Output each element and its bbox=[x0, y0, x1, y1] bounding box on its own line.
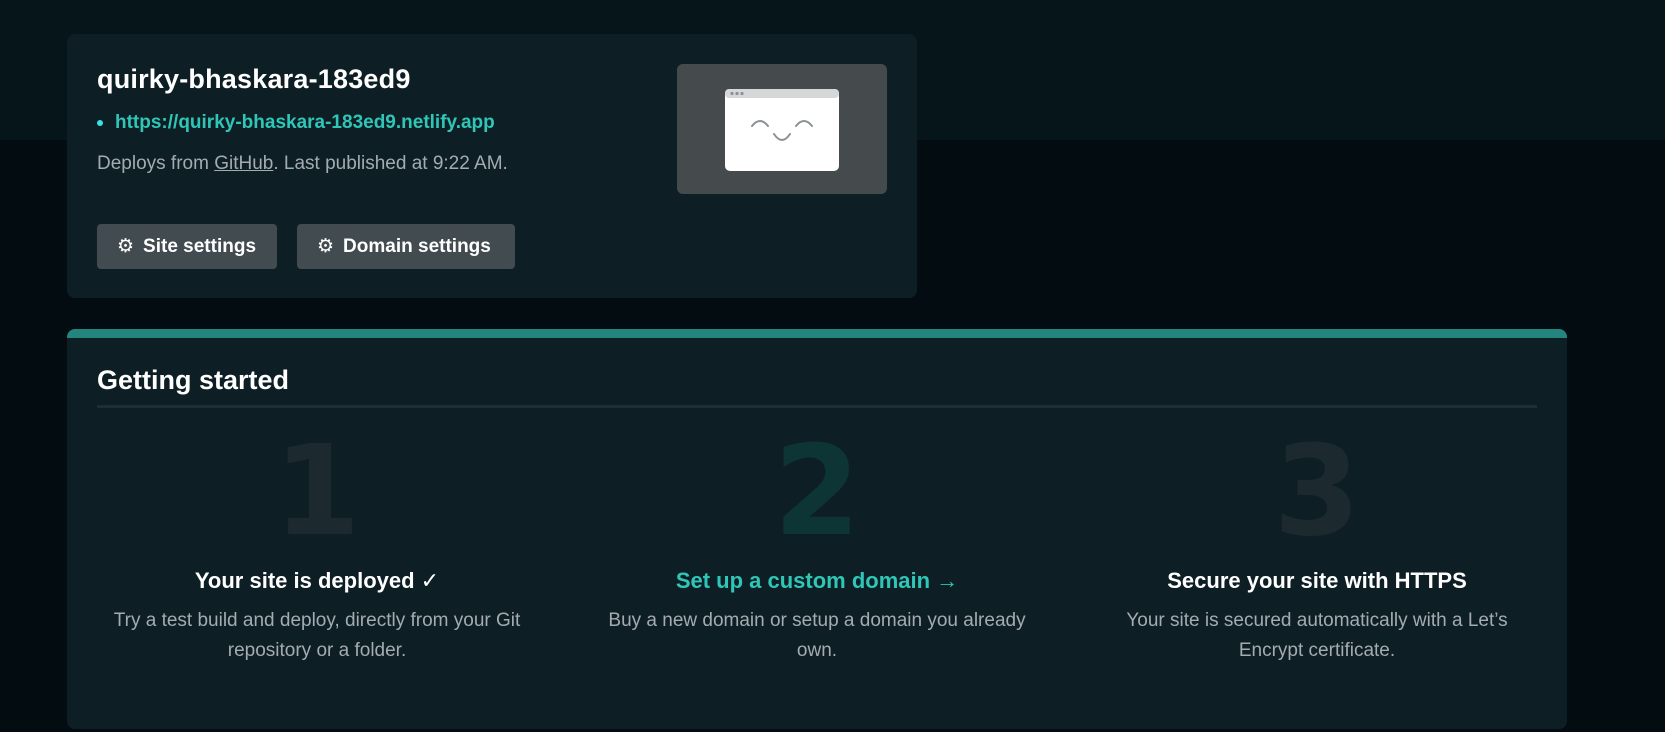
site-settings-button[interactable]: ⚙ Site settings bbox=[97, 224, 277, 269]
url-bullet bbox=[97, 120, 103, 126]
deploy-prefix: Deploys from bbox=[97, 153, 215, 174]
github-link[interactable]: GitHub bbox=[214, 153, 273, 174]
step-description: Your site is secured automatically with … bbox=[1126, 610, 1508, 661]
step-number: 1 bbox=[273, 419, 361, 564]
step-description: Buy a new domain or setup a domain you a… bbox=[608, 610, 1026, 661]
deploy-suffix: . Last published at 9:22 AM. bbox=[273, 153, 508, 174]
step-heading: Your site is deployed ✓ bbox=[194, 568, 440, 593]
site-overview-card: quirky-bhaskara-183ed9 https://quirky-bh… bbox=[67, 34, 917, 298]
gear-icon: ⚙ bbox=[317, 236, 335, 257]
step-heading: Secure your site with HTTPS bbox=[1167, 568, 1467, 593]
site-url-row: https://quirky-bhaskara-183ed9.netlify.a… bbox=[97, 112, 495, 134]
site-url-link[interactable]: https://quirky-bhaskara-183ed9.netlify.a… bbox=[115, 112, 495, 134]
smiling-browser-window-icon bbox=[725, 89, 839, 171]
site-name: quirky-bhaskara-183ed9 bbox=[97, 64, 411, 94]
deploy-info: Deploys from GitHub. Last published at 9… bbox=[97, 153, 508, 175]
step-description: Try a test build and deploy, directly fr… bbox=[113, 610, 521, 661]
card-accent-bar bbox=[67, 329, 1567, 338]
site-settings-label: Site settings bbox=[143, 235, 257, 257]
divider bbox=[97, 405, 1537, 408]
step-https: 3 Secure your site with HTTPS Your site … bbox=[1097, 429, 1537, 666]
step-number: 2 bbox=[773, 419, 861, 564]
gear-icon: ⚙ bbox=[117, 236, 135, 257]
domain-settings-label: Domain settings bbox=[343, 235, 491, 257]
site-preview-thumbnail[interactable] bbox=[677, 64, 887, 194]
getting-started-card: Getting started 1 Your site is deployed … bbox=[67, 329, 1567, 729]
steps-list: 1 Your site is deployed ✓ Try a test bui… bbox=[97, 429, 1567, 719]
step-custom-domain: 2 Set up a custom domain → Buy a new dom… bbox=[597, 429, 1037, 666]
step-number: 3 bbox=[1273, 419, 1361, 564]
setup-custom-domain-link[interactable]: Set up a custom domain → bbox=[597, 568, 1037, 594]
getting-started-title: Getting started bbox=[97, 365, 290, 395]
domain-settings-button[interactable]: ⚙ Domain settings bbox=[297, 224, 515, 269]
step-deployed: 1 Your site is deployed ✓ Try a test bui… bbox=[97, 429, 537, 666]
